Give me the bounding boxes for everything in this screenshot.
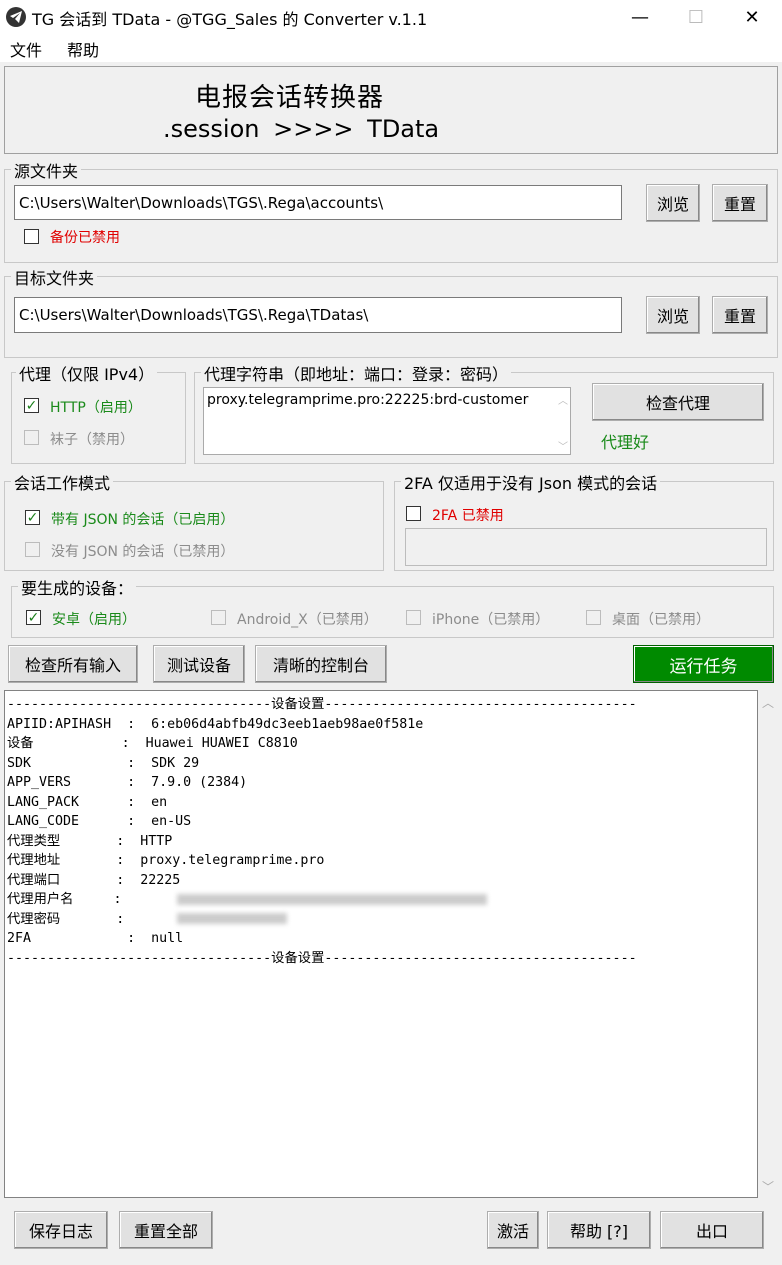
- console-line: LANG_CODE : en-US: [7, 814, 192, 829]
- androidx-checkbox[interactable]: [211, 610, 226, 625]
- socks-checkbox[interactable]: [24, 430, 39, 445]
- console-line: ---------------------------------设备设置---…: [7, 950, 637, 966]
- maximize-button[interactable]: ☐: [668, 0, 724, 34]
- help-button[interactable]: 帮助 [?]: [547, 1211, 651, 1249]
- exit-button[interactable]: 出口: [660, 1211, 764, 1249]
- menu-help[interactable]: 帮助: [67, 37, 99, 61]
- console-line: 代理地址 : proxy.telegramprime.pro: [7, 853, 325, 868]
- android-label: 安卓（启用）: [52, 612, 136, 628]
- target-folder-label: 目标文件夹: [11, 265, 98, 289]
- window-title: TG 会话到 TData - @TGG_Sales 的 Converter v.…: [32, 10, 428, 29]
- target-browse-button[interactable]: 浏览: [646, 296, 700, 334]
- twofa-checkbox[interactable]: [406, 506, 421, 521]
- nojson-session-checkbox[interactable]: [25, 542, 40, 557]
- redacted-username: [177, 894, 487, 905]
- nojson-session-label: 没有 JSON 的会话（已禁用）: [51, 544, 235, 560]
- devices-label: 要生成的设备：: [18, 575, 137, 599]
- desktop-label: 桌面（已禁用）: [612, 612, 710, 628]
- console-line: 设备 : Huawei HUAWEI C8810: [7, 736, 298, 751]
- minimize-button[interactable]: —: [612, 0, 668, 34]
- menu-bar: 文件 帮助: [0, 34, 782, 62]
- banner-subtitle: .session >>>> TData: [163, 115, 440, 143]
- android-checkbox[interactable]: ✓: [26, 610, 41, 625]
- twofa-label: 2FA 仅适用于没有 Json 模式的会话: [401, 470, 661, 494]
- console-output[interactable]: ---------------------------------设备设置---…: [4, 690, 758, 1198]
- backup-checkbox[interactable]: [24, 229, 39, 244]
- console-scrollbar[interactable]: ︿ ﹀: [758, 690, 778, 1198]
- console-line: SDK : SDK 29: [7, 755, 200, 771]
- session-mode-group: 会话工作模式 ✓ 带有 JSON 的会话（已启用） 没有 JSON 的会话（已禁…: [4, 470, 384, 571]
- iphone-checkbox[interactable]: [406, 610, 421, 625]
- desktop-checkbox[interactable]: [586, 610, 601, 625]
- console-line: LANG_PACK : en: [7, 794, 168, 810]
- redacted-password: [177, 913, 287, 924]
- banner-title: 电报会话转换器: [195, 83, 385, 113]
- title-bar: TG 会话到 TData - @TGG_Sales 的 Converter v.…: [0, 0, 782, 34]
- chevron-down-icon[interactable]: ﹀: [558, 438, 568, 453]
- session-mode-label: 会话工作模式: [11, 470, 114, 494]
- console-line: APP_VERS : 7.9.0 (2384): [7, 775, 248, 790]
- close-button[interactable]: ✕: [724, 0, 780, 34]
- backup-label: 备份已禁用: [50, 230, 120, 246]
- source-browse-button[interactable]: 浏览: [646, 184, 700, 222]
- console-line: 代理类型 : HTTP: [7, 833, 173, 849]
- iphone-label: iPhone（已禁用）: [432, 612, 550, 628]
- scroll-down-icon[interactable]: ﹀: [762, 1178, 774, 1195]
- check-all-inputs-button[interactable]: 检查所有输入: [8, 645, 138, 683]
- source-folder-label: 源文件夹: [11, 158, 82, 182]
- source-path-input[interactable]: C:\Users\Walter\Downloads\TGS\.Rega\acco…: [14, 185, 622, 220]
- menu-file[interactable]: 文件: [10, 37, 42, 61]
- target-folder-group: 目标文件夹 C:\Users\Walter\Downloads\TGS\.Reg…: [4, 265, 778, 358]
- chevron-up-icon[interactable]: ︿: [558, 392, 568, 407]
- json-session-checkbox[interactable]: ✓: [25, 510, 40, 525]
- save-log-button[interactable]: 保存日志: [14, 1211, 108, 1249]
- proxy-string-group: 代理字符串（即地址：端口：登录：密码） proxy.telegramprime.…: [194, 361, 774, 464]
- source-folder-group: 源文件夹 C:\Users\Walter\Downloads\TGS\.Rega…: [4, 158, 778, 263]
- proxy-type-label: 代理（仅限 IPv4）: [16, 361, 158, 385]
- console-line: 2FA : null: [7, 931, 184, 946]
- androidx-label: Android_X（已禁用）: [237, 612, 378, 628]
- target-path-input[interactable]: C:\Users\Walter\Downloads\TGS\.Rega\TDat…: [14, 297, 622, 333]
- twofa-checkbox-label: 2FA 已禁用: [432, 508, 504, 524]
- proxy-status: 代理好: [601, 433, 650, 452]
- console-line: 代理端口 : 22225: [7, 872, 181, 888]
- proxy-type-group: 代理（仅限 IPv4） ✓ HTTP（启用） 袜子（禁用）: [11, 361, 186, 464]
- proxy-string-value: proxy.telegramprime.pro:22225:brd-custom…: [207, 392, 529, 408]
- target-reset-button[interactable]: 重置: [712, 296, 768, 334]
- http-label: HTTP（启用）: [50, 400, 142, 416]
- run-task-button[interactable]: 运行任务: [633, 645, 774, 683]
- activate-button[interactable]: 激活: [487, 1211, 539, 1249]
- twofa-input[interactable]: [405, 528, 767, 566]
- console-line: ---------------------------------设备设置---…: [7, 697, 637, 712]
- console-line: 代理用户名 :: [7, 892, 138, 907]
- devices-group: 要生成的设备： ✓ 安卓（启用） Android_X（已禁用） iPhone（已…: [11, 575, 774, 638]
- source-reset-button[interactable]: 重置: [712, 184, 768, 222]
- json-session-label: 带有 JSON 的会话（已启用）: [51, 512, 235, 528]
- console-line: APIID:APIHASH : 6:eb06d4abfb49dc3eeb1aeb…: [7, 716, 424, 732]
- banner: 电报会话转换器 .session >>>> TData: [4, 66, 778, 154]
- proxy-string-textarea[interactable]: proxy.telegramprime.pro:22225:brd-custom…: [203, 387, 571, 455]
- console-line: 代理密码 :: [7, 911, 141, 927]
- proxy-string-label: 代理字符串（即地址：端口：登录：密码）: [201, 361, 512, 385]
- twofa-group: 2FA 仅适用于没有 Json 模式的会话 2FA 已禁用: [394, 470, 774, 571]
- scroll-up-icon[interactable]: ︿: [762, 694, 774, 711]
- reset-all-button[interactable]: 重置全部: [119, 1211, 213, 1249]
- http-checkbox[interactable]: ✓: [24, 398, 39, 413]
- check-proxy-button[interactable]: 检查代理: [592, 383, 764, 421]
- socks-label: 袜子（禁用）: [50, 432, 134, 448]
- clear-console-button[interactable]: 清晰的控制台: [255, 645, 387, 683]
- test-device-button[interactable]: 测试设备: [153, 645, 245, 683]
- telegram-app-icon: [6, 7, 26, 27]
